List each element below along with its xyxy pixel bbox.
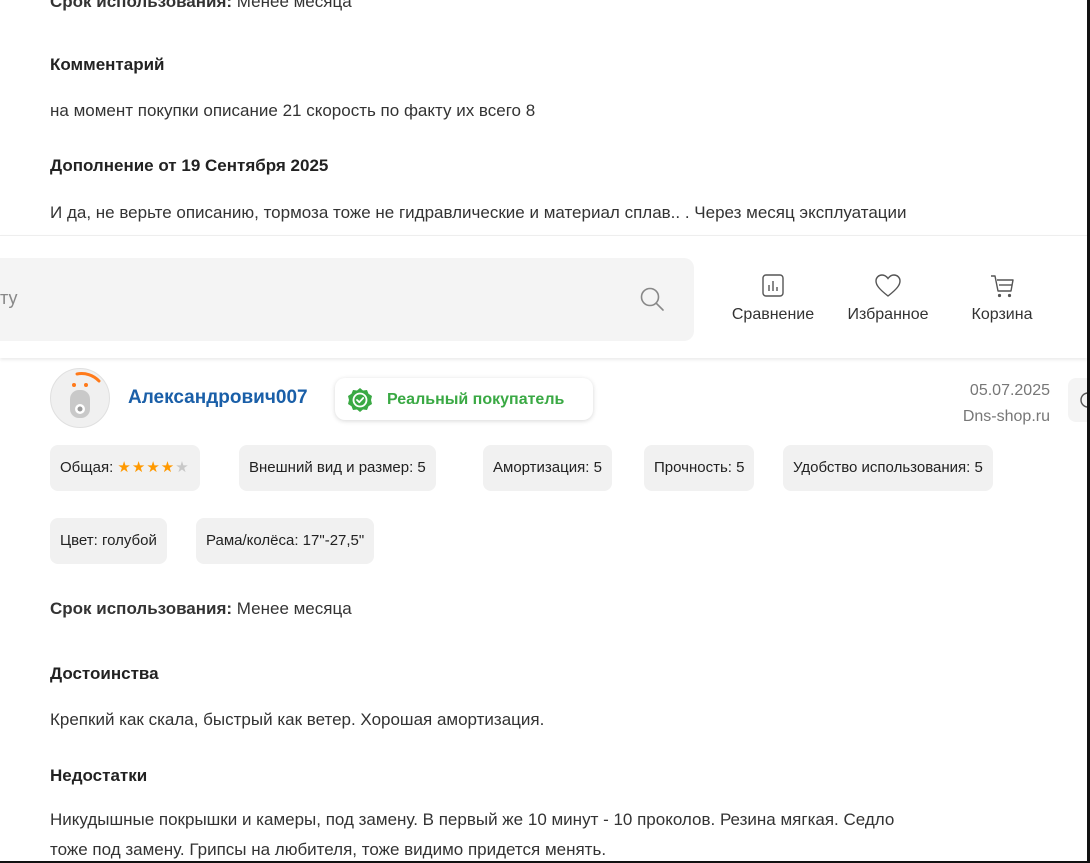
star-icon: ★ bbox=[160, 459, 176, 476]
usage-label: Срок использования: bbox=[50, 599, 233, 618]
spec-chip-frame: Рама/колёса: 17"-27,5" bbox=[196, 518, 375, 564]
comment-text: на момент покупки описание 21 скорость п… bbox=[50, 101, 536, 120]
overall-rating-chip: Общая: ★★★★★ bbox=[50, 445, 200, 491]
star-icon: ★ bbox=[146, 459, 161, 476]
addition-heading: Дополнение от 19 Сентября 2025 bbox=[50, 156, 329, 175]
rating-chip-appearance: Внешний вид и размер: 5 bbox=[239, 445, 436, 491]
comment-heading: Комментарий bbox=[50, 55, 165, 74]
search-icon[interactable] bbox=[638, 285, 666, 313]
compare-label: Сравнение bbox=[731, 306, 815, 323]
star-icon: ★ bbox=[117, 459, 132, 476]
cons-heading: Недостатки bbox=[50, 766, 148, 785]
review-username[interactable]: Александрович007 bbox=[128, 387, 308, 409]
usage-label: Срок использования: bbox=[50, 0, 233, 11]
cons-text-line-1: Никудышные покрышки и камеры, под замену… bbox=[50, 810, 895, 829]
cart-button[interactable]: Корзина bbox=[962, 272, 1042, 324]
review-date: 05.07.2025 bbox=[969, 382, 1050, 399]
site-header: ту Сравнение Избранное Корзина bbox=[0, 235, 1087, 358]
cart-label: Корзина bbox=[971, 306, 1033, 323]
cons-text-line-2: тоже под замену. Грипсы на любителя, тож… bbox=[50, 840, 607, 859]
usage-value: Менее месяца bbox=[236, 0, 352, 11]
avatar[interactable] bbox=[50, 368, 110, 428]
rating-chip-usability: Удобство использования: 5 bbox=[783, 445, 993, 491]
search-bar[interactable]: ту bbox=[0, 258, 694, 341]
usage-line: Срок использования: Менее месяца bbox=[50, 599, 352, 619]
heart-icon bbox=[875, 274, 901, 297]
compare-icon bbox=[762, 274, 784, 297]
favorites-button[interactable]: Избранное bbox=[840, 272, 936, 324]
pros-text: Крепкий как скала, быстрый как ветер. Хо… bbox=[50, 710, 545, 729]
star-icon-empty: ★ bbox=[175, 459, 190, 476]
star-icon: ★ bbox=[131, 459, 147, 476]
rating-chip-damping: Амортизация: 5 bbox=[483, 445, 612, 491]
spec-chip-color: Цвет: голубой bbox=[50, 518, 167, 564]
cart-icon bbox=[991, 275, 1014, 298]
compare-button[interactable]: Сравнение bbox=[727, 272, 819, 324]
review-source: Dns-shop.ru bbox=[962, 408, 1050, 425]
robot-avatar-icon bbox=[70, 372, 101, 418]
favorites-label: Избранное bbox=[847, 306, 929, 323]
pros-heading: Достоинства bbox=[50, 664, 159, 683]
overall-label: Общая: bbox=[60, 459, 114, 476]
rating-chip-durability: Прочность: 5 bbox=[644, 445, 755, 491]
verified-buyer-badge: Реальный покупатель bbox=[335, 378, 593, 420]
verified-check-icon bbox=[348, 388, 372, 412]
addition-text: И да, не верьте описанию, тормоза тоже н… bbox=[50, 203, 907, 222]
star-rating: ★★★★★ bbox=[117, 459, 189, 476]
review-meta: 05.07.2025 Dns-shop.ru bbox=[963, 378, 1050, 430]
badge-label: Реальный покупатель bbox=[387, 391, 565, 408]
usage-value: Менее месяца bbox=[236, 599, 352, 618]
previous-usage-line: Срок использования: Менее месяца bbox=[50, 0, 352, 12]
search-input[interactable]: ту bbox=[0, 288, 17, 309]
